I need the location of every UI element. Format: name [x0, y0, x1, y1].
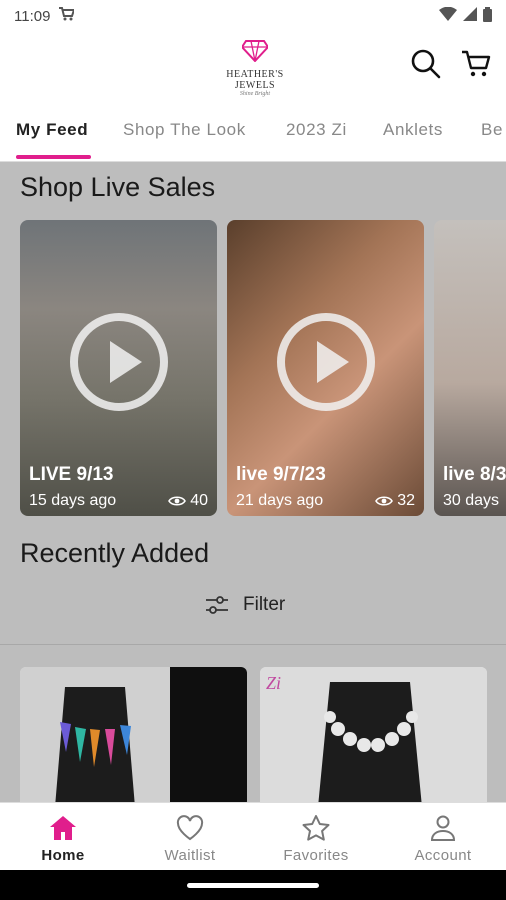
- view-count: 32: [397, 492, 415, 509]
- tab-shop-the-look[interactable]: Shop The Look: [123, 120, 246, 140]
- tab-anklets[interactable]: Anklets: [383, 120, 443, 140]
- live-sale-card[interactable]: LIVE 9/13 15 days ago 40: [20, 220, 217, 516]
- eye-icon: [168, 496, 187, 506]
- live-sales-carousel[interactable]: LIVE 9/13 15 days ago 40 live 9/7/23 21 …: [20, 220, 506, 516]
- live-sale-age: 15 days ago: [29, 492, 117, 509]
- status-time: 11:09: [14, 7, 51, 25]
- account-icon: [430, 815, 456, 841]
- divider: [0, 644, 506, 645]
- active-tab-indicator: [16, 155, 91, 159]
- view-count: 40: [190, 492, 208, 509]
- heart-icon: [176, 815, 204, 841]
- product-card[interactable]: [20, 667, 247, 802]
- tab-be[interactable]: Be: [481, 120, 503, 140]
- live-sale-age: 21 days ago: [236, 492, 324, 509]
- tab-2023-zi[interactable]: 2023 Zi: [286, 120, 347, 140]
- signal-icon: [463, 7, 477, 25]
- recently-added-title: Recently Added: [20, 538, 210, 568]
- brand-tagline: Shine Bright: [239, 91, 271, 97]
- svg-text:Zi: Zi: [266, 673, 281, 693]
- live-sale-views: 32: [375, 492, 415, 510]
- product-image: Zi: [260, 667, 487, 802]
- battery-icon: [483, 6, 492, 26]
- wifi-icon: [439, 6, 457, 25]
- live-sale-views: 40: [168, 492, 208, 510]
- search-icon[interactable]: [410, 48, 442, 80]
- nav-home[interactable]: Home: [0, 803, 126, 871]
- bottom-navigation: Home Waitlist Favorites Account: [0, 802, 506, 870]
- brand-name: HEATHER'S JEWELS: [226, 69, 284, 91]
- feed-content: Shop Live Sales LIVE 9/13 15 days ago 40…: [0, 162, 506, 802]
- diamond-icon: [240, 40, 270, 63]
- nav-favorites[interactable]: Favorites: [253, 803, 379, 871]
- filter-button[interactable]: Filter: [205, 594, 285, 616]
- cart-notification-icon: [58, 7, 76, 25]
- live-sale-age: 30 days: [443, 492, 500, 509]
- play-icon[interactable]: [276, 313, 375, 412]
- filter-label: Filter: [243, 594, 286, 615]
- app-header: HEATHER'S JEWELS Shine Bright: [0, 32, 506, 100]
- live-sale-card[interactable]: live 8/3 30 days: [434, 220, 506, 516]
- product-packaging-image: [170, 667, 247, 802]
- live-sale-title: live 8/3: [443, 464, 506, 485]
- brand-logo[interactable]: HEATHER'S JEWELS Shine Bright: [205, 40, 305, 97]
- tab-my-feed[interactable]: My Feed: [16, 120, 88, 140]
- status-bar: 11:09: [0, 0, 506, 32]
- nav-waitlist[interactable]: Waitlist: [127, 803, 253, 871]
- category-tabs: My Feed Shop The Look 2023 Zi Anklets Be: [0, 100, 506, 162]
- live-sale-title: live 9/7/23: [236, 464, 326, 485]
- live-sale-card[interactable]: live 9/7/23 21 days ago 32: [227, 220, 424, 516]
- eye-icon: [375, 496, 394, 506]
- home-icon: [50, 816, 76, 840]
- live-sales-title: Shop Live Sales: [20, 172, 216, 202]
- home-indicator[interactable]: [187, 883, 319, 888]
- star-icon: [302, 815, 330, 841]
- nav-home-label: Home: [41, 847, 85, 864]
- product-image: [20, 667, 170, 802]
- nav-waitlist-label: Waitlist: [164, 847, 216, 864]
- nav-account[interactable]: Account: [380, 803, 506, 871]
- nav-account-label: Account: [414, 847, 472, 864]
- product-card[interactable]: Zi: [260, 667, 487, 802]
- sliders-icon: [206, 596, 228, 614]
- cart-icon[interactable]: [460, 48, 492, 80]
- gesture-bar: [0, 870, 506, 900]
- live-sale-title: LIVE 9/13: [29, 464, 114, 485]
- nav-favorites-label: Favorites: [283, 847, 349, 864]
- play-icon[interactable]: [69, 313, 168, 412]
